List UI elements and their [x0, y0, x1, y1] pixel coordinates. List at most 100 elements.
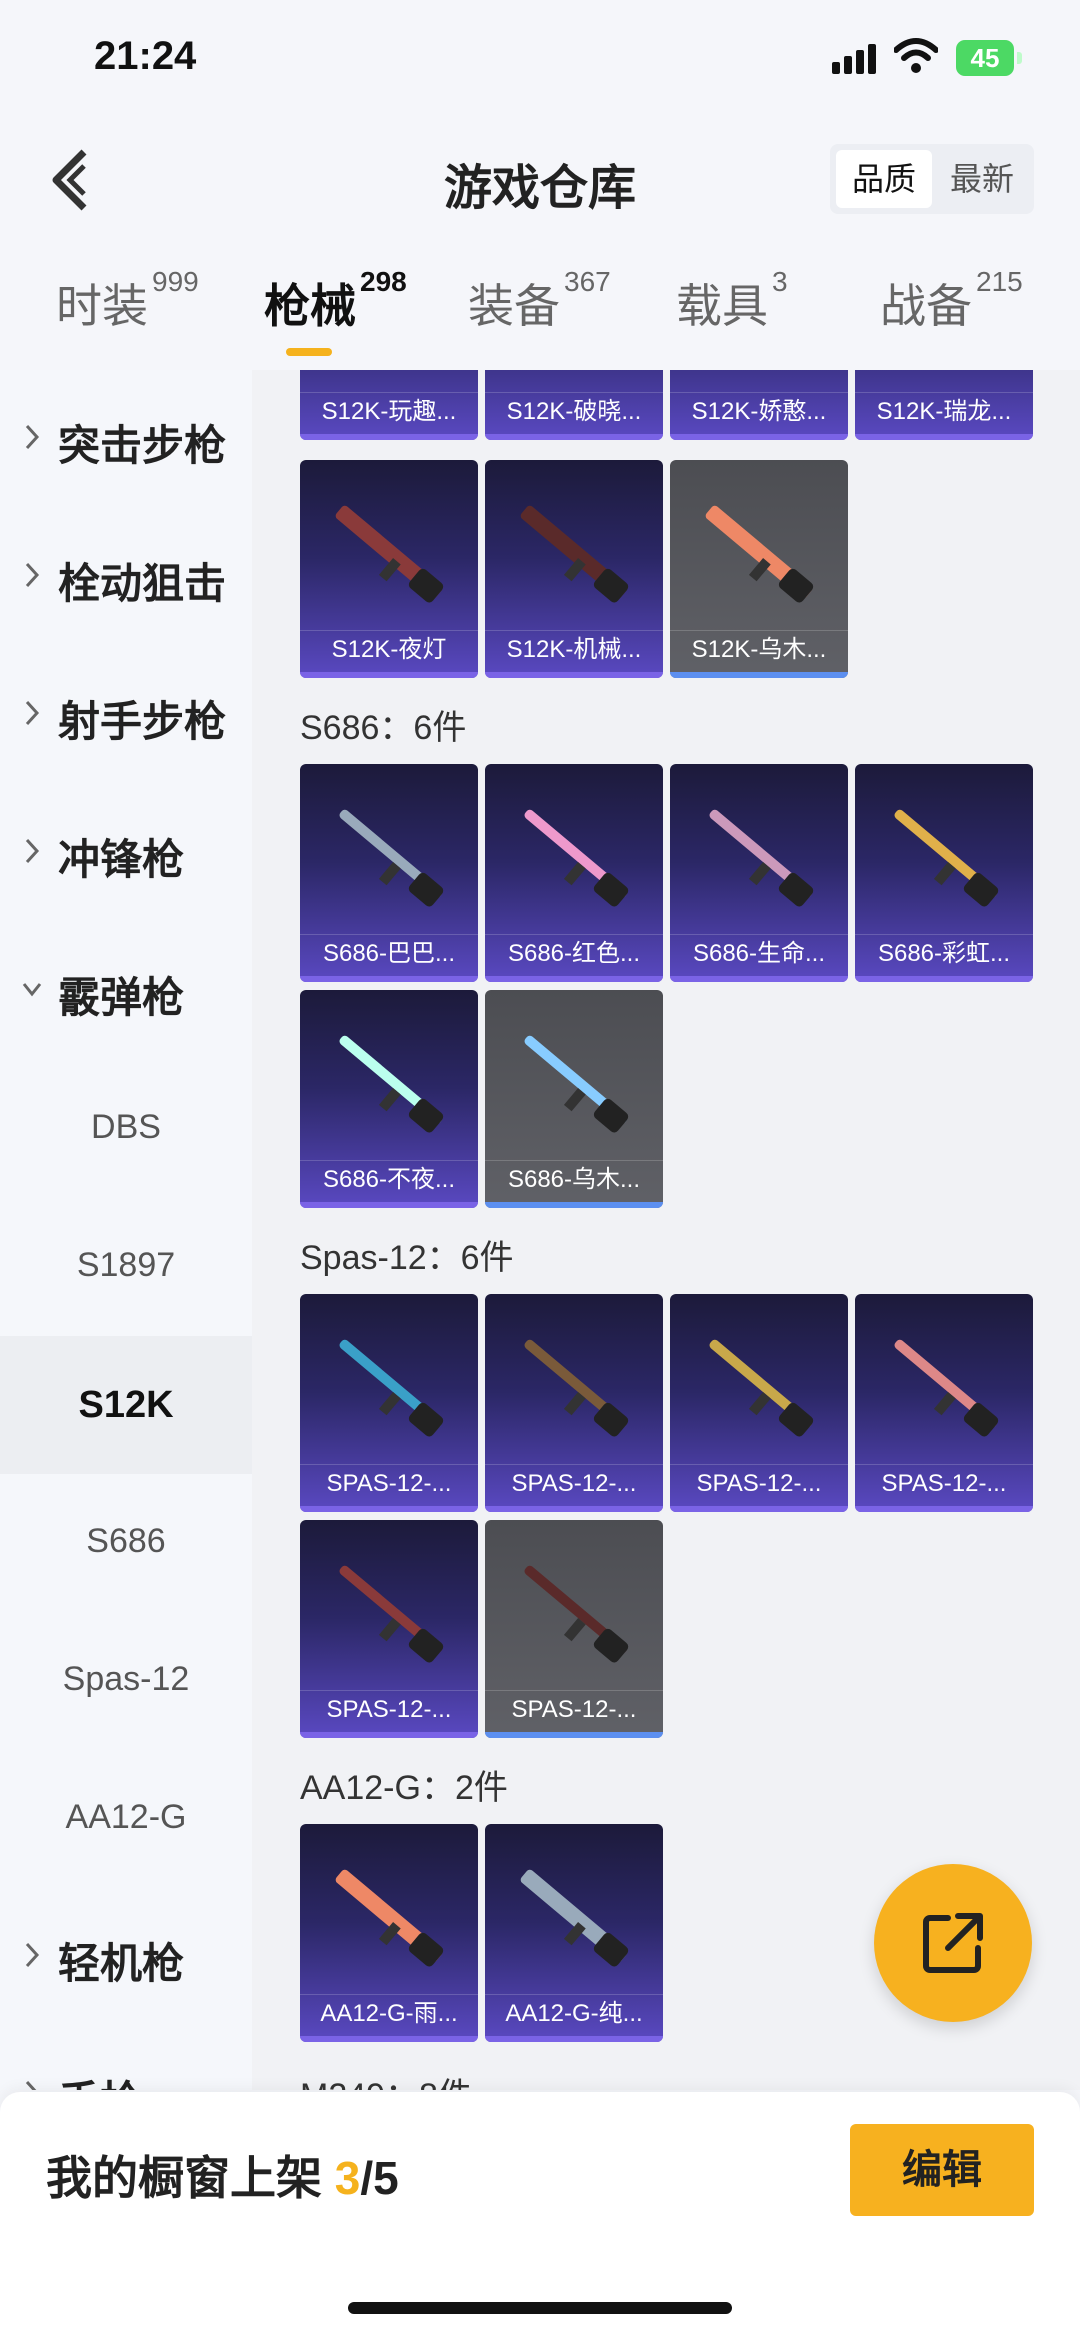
skin-name: S12K-机械...	[485, 630, 663, 668]
sidebar-item[interactable]: S1897	[0, 1198, 252, 1336]
skin-name: SPAS-12-...	[300, 1690, 478, 1728]
edit-button[interactable]: 编辑	[850, 2124, 1034, 2216]
skin-name: SPAS-12-...	[670, 1464, 848, 1502]
skin-card[interactable]: SPAS-12-...	[670, 1294, 848, 1512]
tab-fashion[interactable]: 时装 999	[56, 266, 199, 360]
status-bar: 21:24 45	[0, 0, 1080, 120]
quality-bar	[300, 1506, 478, 1512]
battery-level: 45	[956, 40, 1014, 76]
skin-card[interactable]: SPAS-12-...	[485, 1520, 663, 1738]
skin-name: S12K-娇憨...	[670, 392, 848, 430]
weapon-skin-image	[705, 505, 814, 603]
tab-count: 215	[976, 266, 1023, 297]
chevron-right-icon	[25, 562, 40, 588]
weapon-skin-image	[339, 809, 444, 907]
sidebar-item[interactable]: 射手步枪	[0, 646, 252, 784]
skin-card[interactable]: SPAS-12-...	[855, 1294, 1033, 1512]
tab-count: 3	[772, 266, 788, 297]
tab-firearms[interactable]: 枪械 298	[264, 266, 407, 360]
sidebar-item-label: 栓动狙击	[58, 560, 227, 607]
quality-bar	[485, 976, 663, 982]
active-tab-indicator	[286, 348, 332, 356]
sidebar-item-label: S12K	[78, 1384, 174, 1426]
quality-bar	[300, 1732, 478, 1738]
skin-card[interactable]: S686-彩虹...	[855, 764, 1033, 982]
skin-name: S12K-玩趣...	[300, 392, 478, 430]
sidebar-item-label: S686	[86, 1522, 166, 1560]
showcase-current: 3	[334, 2152, 361, 2204]
tab-vehicles[interactable]: 载具 3	[676, 266, 788, 360]
skin-card[interactable]: AA12-G-纯...	[485, 1824, 663, 2042]
tab-count: 999	[152, 266, 199, 297]
sort-newest-button[interactable]: 最新	[934, 150, 1030, 208]
sidebar-item-label: S1897	[76, 1246, 176, 1284]
sidebar-item-label: 轻机枪	[58, 1940, 185, 1987]
tab-count: 298	[360, 266, 407, 297]
weapon-skin-image	[335, 505, 444, 603]
wifi-icon	[894, 38, 938, 73]
sidebar-item[interactable]: S686	[0, 1474, 252, 1612]
quality-bar	[670, 1506, 848, 1512]
sidebar-item[interactable]: 霰弹枪	[0, 922, 252, 1060]
quality-bar	[300, 2036, 478, 2042]
sidebar-item[interactable]: 手枪	[0, 2026, 252, 2090]
skin-card[interactable]: S12K-机械...	[485, 460, 663, 678]
weapon-skin-image	[524, 1565, 629, 1663]
sidebar-item[interactable]: 突击步枪	[0, 370, 252, 508]
skin-card[interactable]: S12K-瑞龙...	[855, 370, 1033, 440]
group-title: S686：6件	[300, 709, 467, 747]
tab-count: 367	[564, 266, 611, 297]
quality-bar	[485, 1732, 663, 1738]
weapon-skin-image	[894, 809, 999, 907]
sidebar-item[interactable]: DBS	[0, 1060, 252, 1198]
home-indicator[interactable]	[348, 2302, 732, 2314]
sidebar-item[interactable]: S12K	[0, 1336, 252, 1474]
skin-card[interactable]: S686-乌木...	[485, 990, 663, 1208]
skin-name: S686-巴巴...	[300, 934, 478, 972]
skin-card[interactable]: S686-巴巴...	[300, 764, 478, 982]
sidebar-item-label: 射手步枪	[58, 698, 227, 745]
share-button[interactable]	[874, 1864, 1032, 2022]
header: 游戏仓库 品质 最新	[0, 130, 1080, 230]
sort-toggle: 品质 最新	[830, 144, 1034, 214]
sort-quality-button[interactable]: 品质	[836, 150, 932, 208]
skin-card[interactable]: S686-红色...	[485, 764, 663, 982]
skin-card[interactable]: S686-生命...	[670, 764, 848, 982]
showcase-total: /5	[360, 2152, 399, 2204]
skin-card[interactable]: S12K-玩趣...	[300, 370, 478, 440]
skin-card[interactable]: S686-不夜...	[300, 990, 478, 1208]
skin-card[interactable]: S12K-乌木...	[670, 460, 848, 678]
skin-card[interactable]: S12K-夜灯	[300, 460, 478, 678]
sidebar-item[interactable]: 冲锋枪	[0, 784, 252, 922]
weapon-skin-image	[314, 370, 464, 384]
sidebar-item-label: 突击步枪	[58, 422, 227, 469]
skin-card[interactable]: AA12-G-雨...	[300, 1824, 478, 2042]
skin-name: S686-红色...	[485, 934, 663, 972]
skin-card[interactable]: SPAS-12-...	[485, 1294, 663, 1512]
chevron-right-icon	[25, 1942, 40, 1968]
weapon-skin-image	[520, 1869, 629, 1967]
weapon-skin-image	[709, 1339, 814, 1437]
skin-card[interactable]: S12K-破晓...	[485, 370, 663, 440]
status-time: 21:24	[94, 34, 197, 78]
sidebar-item-label: 手枪	[58, 2068, 142, 2090]
skin-card[interactable]: S12K-娇憨...	[670, 370, 848, 440]
sidebar-item[interactable]: 栓动狙击	[0, 508, 252, 646]
tab-equipment[interactable]: 装备 367	[468, 266, 611, 360]
sidebar-item[interactable]: Spas-12	[0, 1612, 252, 1750]
sidebar-item[interactable]: AA12-G	[0, 1750, 252, 1888]
weapon-type-sidebar: 突击步枪栓动狙击射手步枪冲锋枪 霰弹枪 DBS S1897 S12K S686 Spas-1…	[0, 370, 252, 2090]
quality-bar	[855, 434, 1033, 440]
weapon-skin-image	[869, 370, 1019, 384]
skin-name: SPAS-12-...	[485, 1464, 663, 1502]
weapon-skin-image	[339, 1565, 444, 1663]
tab-supplies[interactable]: 战备 215	[880, 266, 1023, 360]
quality-bar	[855, 1506, 1033, 1512]
signal-icon	[832, 42, 878, 74]
skin-card[interactable]: SPAS-12-...	[300, 1520, 478, 1738]
sidebar-item[interactable]: 轻机枪	[0, 1888, 252, 2026]
battery-icon: 45	[956, 40, 1022, 76]
tab-label: 装备	[468, 280, 560, 332]
group-title: AA12-G：2件	[300, 1769, 508, 1807]
skin-card[interactable]: SPAS-12-...	[300, 1294, 478, 1512]
